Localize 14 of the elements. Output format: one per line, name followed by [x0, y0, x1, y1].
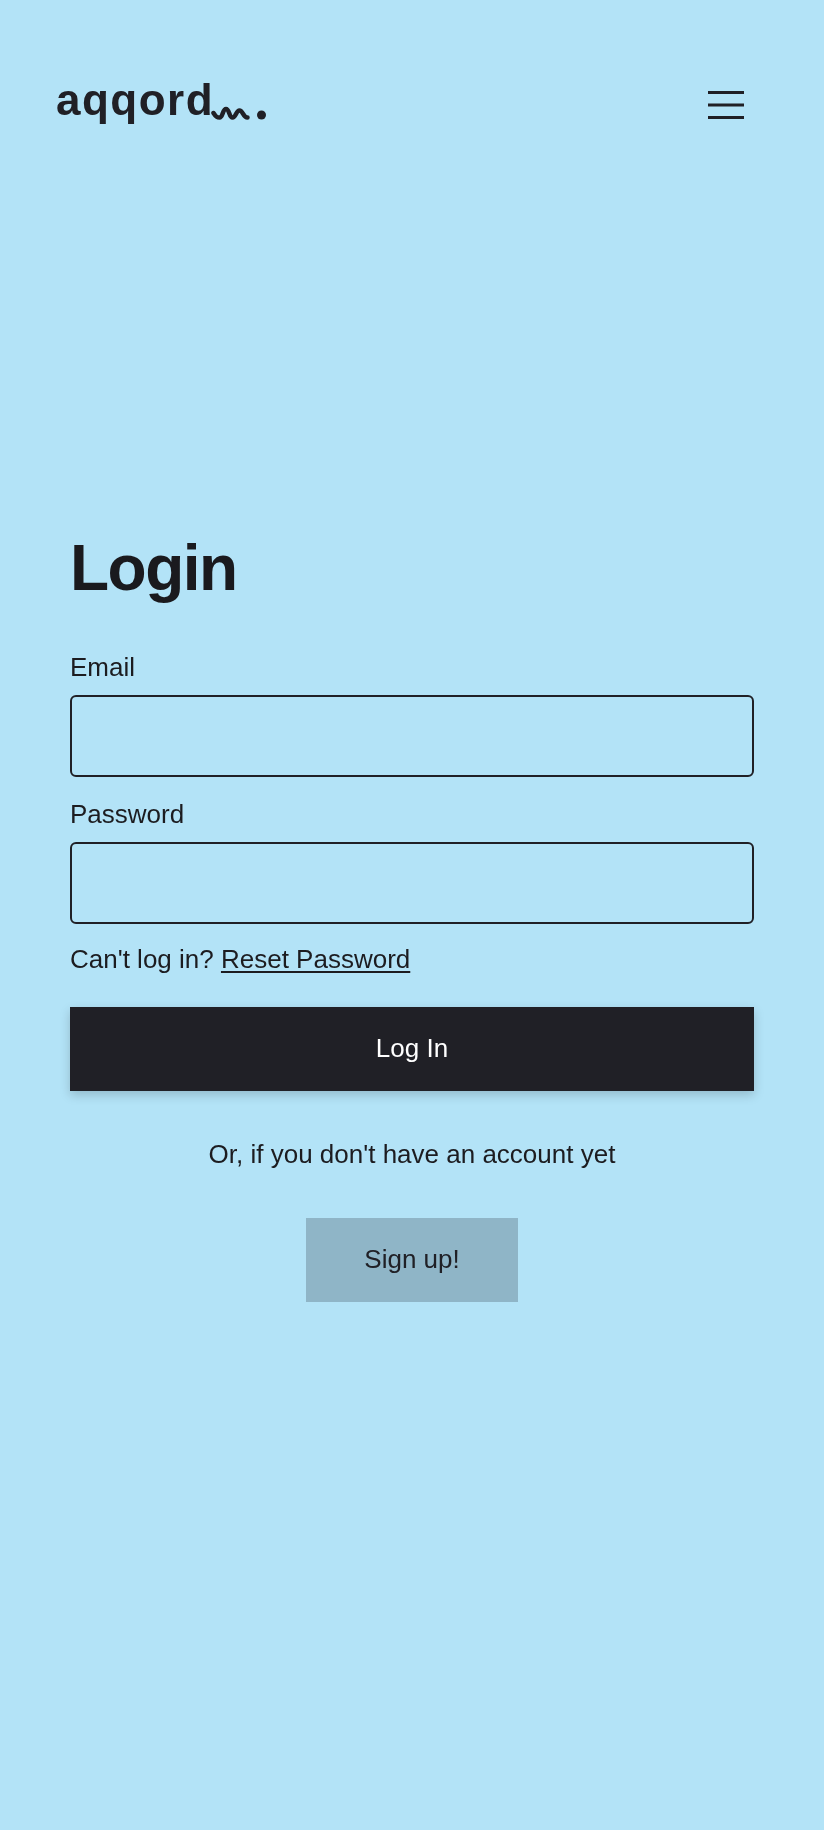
signup-button[interactable]: Sign up! [306, 1217, 518, 1302]
signup-prompt: Or, if you don't have an account yet [207, 1137, 617, 1171]
logo-link[interactable]: aqqord [56, 78, 268, 122]
input-field[interactable] [70, 694, 754, 777]
field-label: Password [70, 797, 186, 831]
menu-icon [708, 91, 744, 119]
login-title: Login [70, 531, 238, 606]
login-button[interactable]: Log In [70, 1006, 754, 1091]
field-label: Email [70, 650, 136, 684]
squiggle-dot-icon [211, 106, 268, 120]
input-field[interactable] [70, 841, 754, 924]
reset-password-link[interactable]: Reset Password [220, 943, 411, 974]
menu-button[interactable] [708, 91, 744, 119]
help-text: Can't log in? Reset Password [70, 942, 412, 976]
